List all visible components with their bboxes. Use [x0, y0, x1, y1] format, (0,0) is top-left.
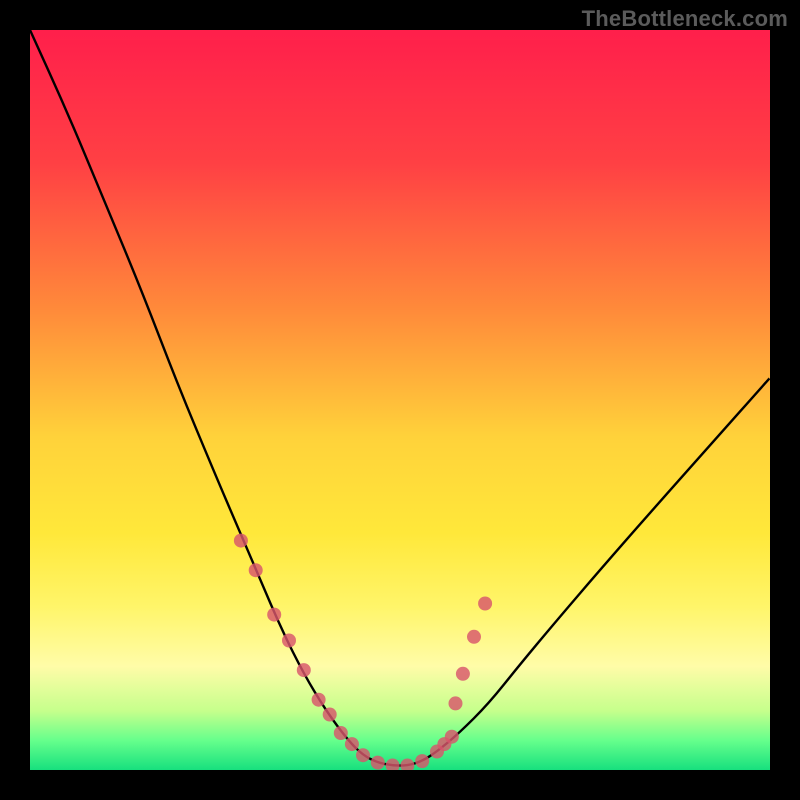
chart-frame: TheBottleneck.com [0, 0, 800, 800]
plot-area [30, 30, 770, 770]
background-gradient [30, 30, 770, 770]
watermark-text: TheBottleneck.com [582, 6, 788, 32]
